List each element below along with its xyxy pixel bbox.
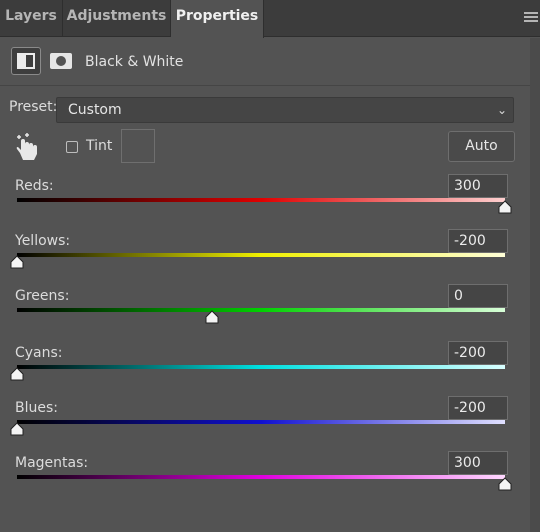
slider-greens: Greens: 0 bbox=[0, 284, 540, 343]
slider-track[interactable] bbox=[17, 475, 505, 479]
panel-scrollbar[interactable] bbox=[530, 38, 540, 532]
slider-track[interactable] bbox=[17, 308, 505, 312]
slider-magentas: Magentas: 300 bbox=[0, 451, 540, 510]
properties-header: Black & White bbox=[0, 38, 540, 86]
adjustment-title: Black & White bbox=[85, 54, 184, 70]
tab-adjustments[interactable]: Adjustments bbox=[63, 0, 171, 37]
preset-value: Custom bbox=[68, 102, 122, 118]
slider-thumb[interactable] bbox=[10, 255, 24, 269]
layer-mask-icon[interactable] bbox=[47, 47, 75, 75]
slider-label: Greens: bbox=[15, 288, 70, 304]
slider-thumb[interactable] bbox=[498, 477, 512, 491]
targeted-adjustment-hand-icon[interactable] bbox=[14, 133, 40, 161]
tab-properties[interactable]: Properties bbox=[171, 0, 264, 38]
slider-value-field[interactable]: 0 bbox=[448, 284, 508, 308]
slider-track[interactable] bbox=[17, 198, 505, 202]
preset-dropdown[interactable]: Custom ⌄ bbox=[56, 97, 514, 123]
slider-value-field[interactable]: -200 bbox=[448, 396, 508, 420]
slider-thumb[interactable] bbox=[205, 310, 219, 324]
tab-layers[interactable]: Layers bbox=[0, 0, 63, 37]
slider-thumb[interactable] bbox=[10, 422, 24, 436]
adjustment-layer-icon[interactable] bbox=[11, 47, 41, 75]
slider-value-field[interactable]: 300 bbox=[448, 174, 508, 198]
preset-label: Preset: bbox=[9, 99, 58, 115]
slider-value-field[interactable]: -200 bbox=[448, 229, 508, 253]
slider-label: Cyans: bbox=[15, 345, 63, 361]
slider-thumb[interactable] bbox=[498, 200, 512, 214]
slider-label: Blues: bbox=[15, 400, 58, 416]
tint-color-swatch[interactable] bbox=[121, 129, 155, 163]
panel-tab-bar: Layers Adjustments Properties bbox=[0, 0, 540, 38]
chevron-down-icon: ⌄ bbox=[496, 103, 507, 117]
slider-reds: Reds: 300 bbox=[0, 174, 540, 233]
slider-value-field[interactable]: -200 bbox=[448, 341, 508, 365]
tint-label: Tint bbox=[86, 138, 113, 154]
slider-thumb[interactable] bbox=[10, 367, 24, 381]
slider-label: Magentas: bbox=[15, 455, 89, 471]
slider-label: Reds: bbox=[15, 178, 54, 194]
slider-label: Yellows: bbox=[15, 233, 71, 249]
slider-value-field[interactable]: 300 bbox=[448, 451, 508, 475]
slider-cyans: Cyans: -200 bbox=[0, 341, 540, 400]
auto-button[interactable]: Auto bbox=[448, 131, 515, 162]
slider-yellows: Yellows: -200 bbox=[0, 229, 540, 288]
slider-blues: Blues: -200 bbox=[0, 396, 540, 455]
slider-track[interactable] bbox=[17, 365, 505, 369]
tint-checkbox[interactable] bbox=[66, 141, 78, 153]
panel-menu-icon[interactable] bbox=[524, 12, 538, 24]
slider-track[interactable] bbox=[17, 253, 505, 257]
slider-track[interactable] bbox=[17, 420, 505, 424]
